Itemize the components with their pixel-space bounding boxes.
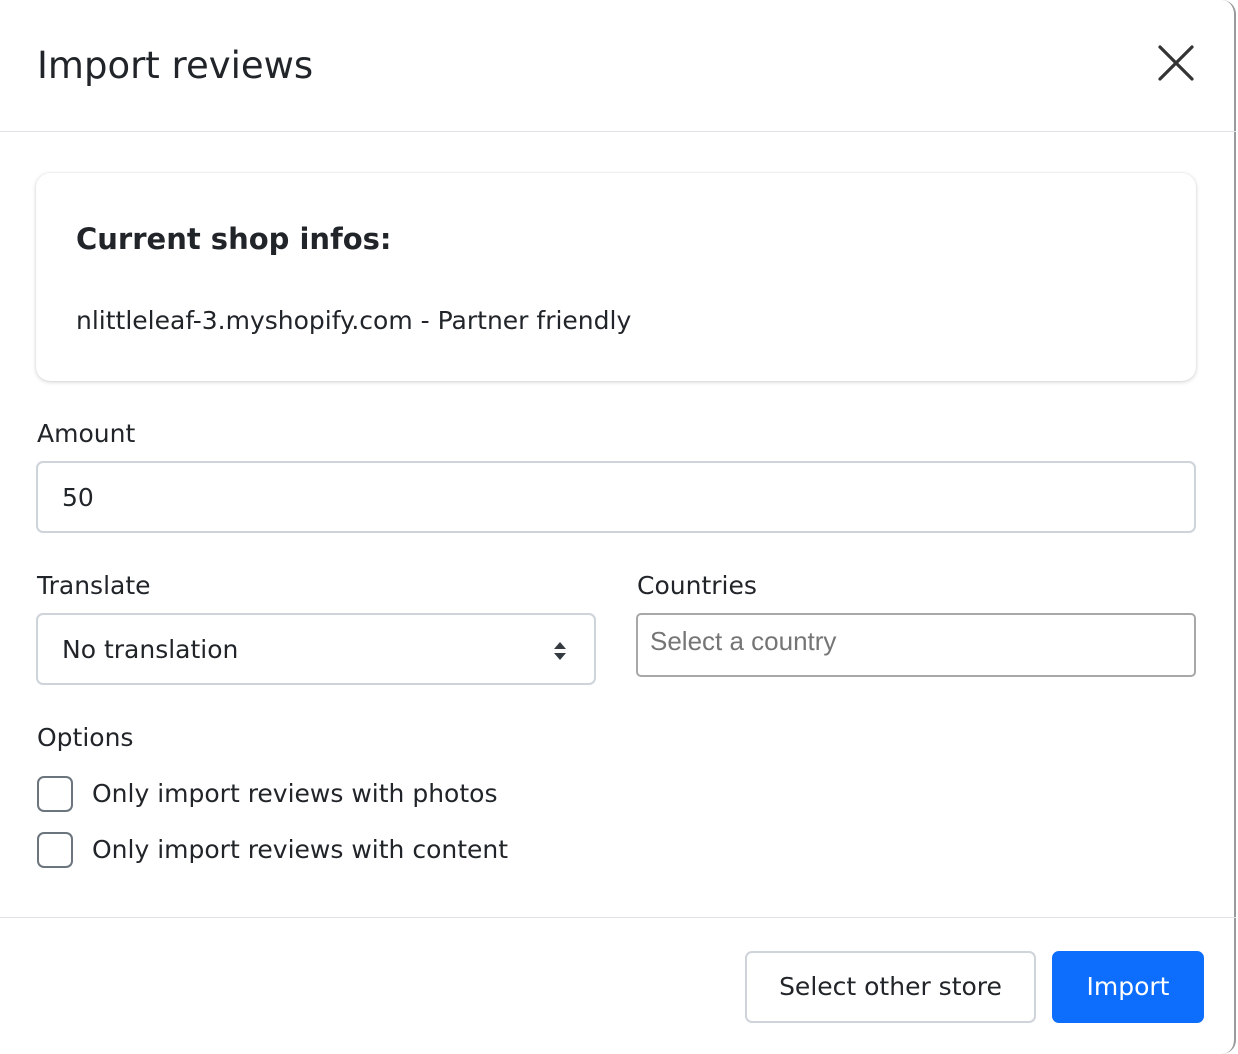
content-checkbox-label[interactable]: Only import reviews with content bbox=[92, 830, 508, 870]
import-reviews-modal: Import reviews Current shop infos: nlitt… bbox=[0, 0, 1236, 1054]
close-icon bbox=[1158, 45, 1194, 81]
translate-label: Translate bbox=[37, 571, 151, 600]
footer-divider bbox=[0, 917, 1236, 918]
modal-title: Import reviews bbox=[37, 44, 314, 87]
sort-arrows-icon bbox=[554, 642, 566, 660]
select-other-store-button[interactable]: Select other store bbox=[745, 951, 1036, 1023]
modal-header: Import reviews bbox=[0, 0, 1236, 132]
amount-label: Amount bbox=[37, 419, 136, 448]
photos-checkbox-label[interactable]: Only import reviews with photos bbox=[92, 774, 497, 814]
import-button[interactable]: Import bbox=[1052, 951, 1204, 1023]
country-input[interactable] bbox=[636, 613, 1196, 677]
amount-input[interactable] bbox=[36, 461, 1196, 533]
shop-info-card: Current shop infos: nlittleleaf-3.myshop… bbox=[36, 173, 1196, 381]
shop-info-heading: Current shop infos: bbox=[76, 222, 392, 256]
photos-checkbox[interactable] bbox=[37, 776, 73, 812]
translate-select[interactable]: No translation bbox=[36, 613, 596, 685]
content-checkbox[interactable] bbox=[37, 832, 73, 868]
translate-selected-value: No translation bbox=[62, 635, 239, 664]
options-label: Options bbox=[37, 723, 134, 752]
close-button[interactable] bbox=[1150, 37, 1202, 89]
countries-label: Countries bbox=[637, 571, 757, 600]
shop-info-details: nlittleleaf-3.myshopify.com - Partner fr… bbox=[76, 306, 632, 335]
